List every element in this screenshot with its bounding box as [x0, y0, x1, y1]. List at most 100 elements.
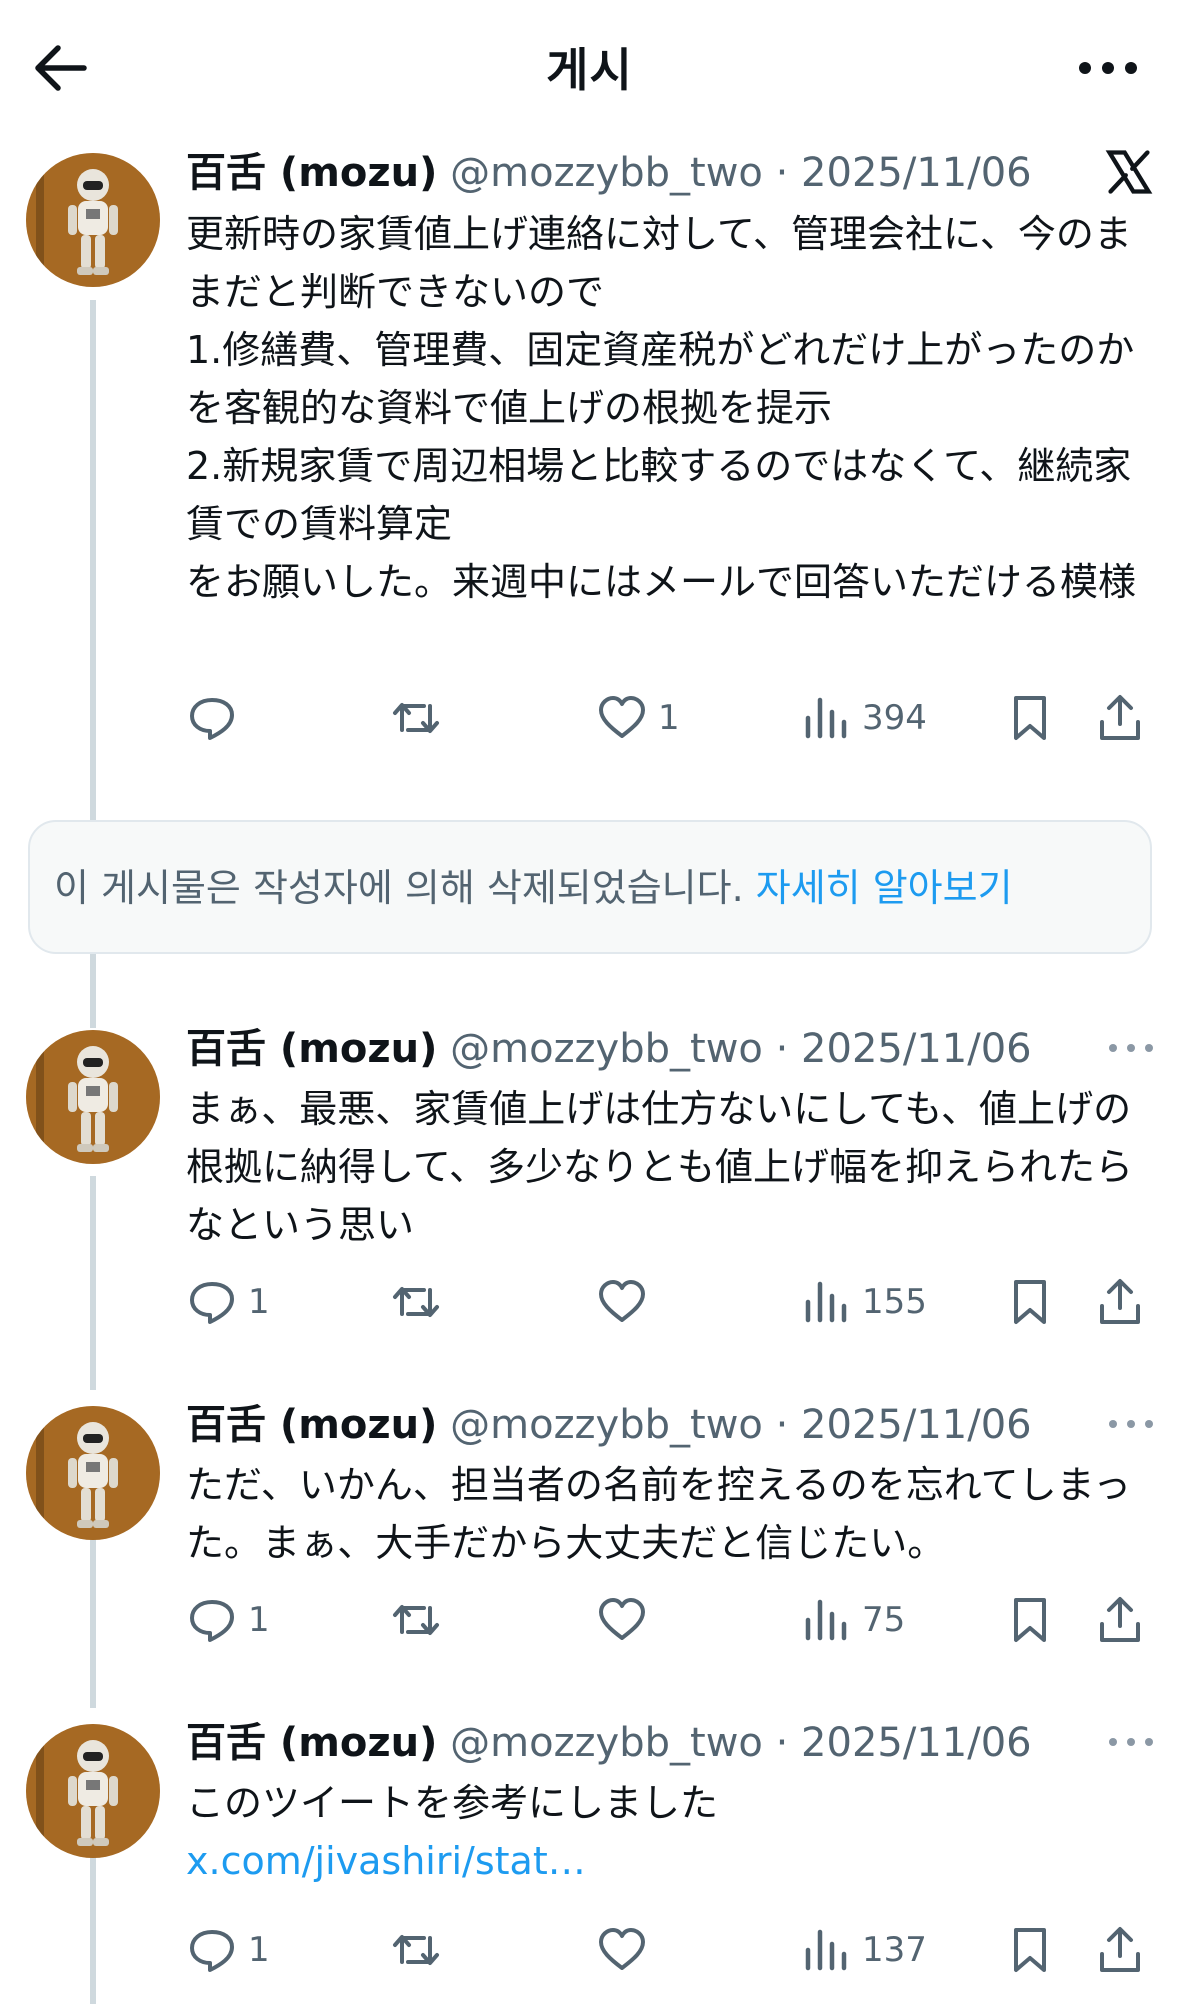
deleted-post-notice: 이 게시물은 작성자에 의해 삭제되었습니다. 자세히 알아보기 [28, 820, 1152, 954]
bookmark-button[interactable] [1004, 688, 1056, 748]
more-options-icon[interactable] [1107, 1040, 1155, 1056]
retweet-button[interactable] [390, 1590, 452, 1650]
thread-line [90, 1856, 96, 2004]
retweet-button[interactable] [390, 688, 452, 748]
author-name[interactable]: 百舌 (mozu) [186, 1026, 437, 1072]
views-button[interactable]: 137 [800, 1920, 927, 1980]
views-button[interactable]: 155 [800, 1272, 927, 1332]
separator: · [762, 1720, 802, 1766]
avatar[interactable] [26, 1030, 160, 1164]
more-options-icon[interactable] [1073, 36, 1143, 100]
like-button[interactable] [596, 1920, 658, 1980]
share-button[interactable] [1094, 1920, 1146, 1980]
view-count: 137 [862, 1930, 927, 1970]
heart-icon [599, 1928, 645, 1970]
separator: · [762, 1402, 802, 1448]
tweet-date[interactable]: 2025/11/06 [801, 150, 1032, 196]
reply-count: 1 [248, 1930, 270, 1970]
author-handle[interactable]: @mozzybb_two [450, 150, 763, 196]
reply-icon [190, 1600, 234, 1642]
reply-count: 1 [248, 1600, 270, 1640]
views-chart-icon [805, 1929, 847, 1971]
like-button[interactable] [596, 1590, 658, 1650]
thread-line [90, 1536, 96, 1708]
like-button[interactable]: 1 [596, 688, 680, 748]
heart-icon [599, 1280, 645, 1322]
views-button[interactable]: 394 [800, 688, 927, 748]
views-button[interactable]: 75 [800, 1590, 905, 1650]
bookmark-icon [1014, 696, 1046, 740]
share-icon [1100, 695, 1140, 740]
learn-more-link[interactable]: 자세히 알아보기 [756, 866, 1013, 910]
more-options-icon[interactable] [1107, 1734, 1155, 1750]
tweet-header: 百舌 (mozu) @mozzybb_two · 2025/11/06 [186, 1398, 1032, 1452]
tweet-actions: 1 155 [186, 1272, 1146, 1332]
tweet-text: ただ、いかん、担当者の名前を控えるのを忘れてしまった。まぁ、大手だから大丈夫だと… [186, 1463, 1132, 1565]
share-button[interactable] [1094, 1272, 1146, 1332]
avatar[interactable] [26, 1724, 160, 1858]
retweet-icon [393, 1605, 439, 1635]
bookmark-button[interactable] [1004, 1920, 1056, 1980]
author-name[interactable]: 百舌 (mozu) [186, 150, 437, 196]
bookmark-icon [1014, 1280, 1046, 1324]
view-count: 155 [862, 1282, 927, 1322]
bookmark-button[interactable] [1004, 1590, 1056, 1650]
share-icon [1100, 1279, 1140, 1324]
like-count: 1 [658, 698, 680, 738]
reply-icon [190, 698, 234, 740]
tweet-date[interactable]: 2025/11/06 [801, 1026, 1032, 1072]
tweet-actions: 1 394 [186, 688, 1146, 748]
retweet-button[interactable] [390, 1920, 452, 1980]
like-button[interactable] [596, 1272, 658, 1332]
avatar[interactable] [26, 153, 160, 287]
views-chart-icon [805, 697, 847, 739]
reply-button[interactable]: 1 [186, 1272, 270, 1332]
robot-avatar-icon [26, 1406, 160, 1540]
views-chart-icon [805, 1599, 847, 1641]
bookmark-icon [1014, 1598, 1046, 1642]
robot-avatar-icon [26, 153, 160, 287]
thread-line [90, 300, 96, 820]
x-logo-icon [1105, 150, 1153, 194]
tweet-date[interactable]: 2025/11/06 [801, 1720, 1032, 1766]
author-handle[interactable]: @mozzybb_two [450, 1402, 763, 1448]
reply-button[interactable]: 1 [186, 1920, 270, 1980]
retweet-icon [393, 1287, 439, 1317]
tweet-date[interactable]: 2025/11/06 [801, 1402, 1032, 1448]
retweet-button[interactable] [390, 1272, 452, 1332]
reply-icon [190, 1930, 234, 1972]
heart-icon [599, 696, 645, 738]
view-count: 394 [862, 698, 927, 738]
heart-icon [599, 1598, 645, 1640]
share-button[interactable] [1094, 1590, 1146, 1650]
tweet-actions: 1 75 [186, 1590, 1146, 1650]
bookmark-button[interactable] [1004, 1272, 1056, 1332]
view-count: 75 [862, 1600, 906, 1640]
author-handle[interactable]: @mozzybb_two [450, 1026, 763, 1072]
tweet-header: 百舌 (mozu) @mozzybb_two · 2025/11/06 [186, 1716, 1032, 1770]
bookmark-icon [1014, 1928, 1046, 1972]
reply-button[interactable] [186, 688, 248, 748]
tweet-text: このツイートを参考にしました [186, 1781, 719, 1825]
deleted-notice-text: 이 게시물은 작성자에 의해 삭제되었습니다. [54, 866, 756, 910]
more-options-icon[interactable] [1107, 1416, 1155, 1432]
top-bar: 게시 [0, 0, 1179, 130]
author-name[interactable]: 百舌 (mozu) [186, 1402, 437, 1448]
tweet-actions: 1 137 [186, 1920, 1146, 1980]
page-title: 게시 [546, 43, 633, 97]
reply-icon [190, 1282, 234, 1324]
thread-line [90, 1176, 96, 1390]
tweet-link[interactable]: x.com/jivashiri/stat… [186, 1832, 1146, 1890]
avatar[interactable] [26, 1406, 160, 1540]
reply-button[interactable]: 1 [186, 1590, 270, 1650]
share-button[interactable] [1094, 688, 1146, 748]
separator: · [762, 150, 802, 196]
retweet-icon [393, 703, 439, 733]
author-handle[interactable]: @mozzybb_two [450, 1720, 763, 1766]
tweet-text: まぁ、最悪、家賃値上げは仕方ないにしても、値上げの根拠に納得して、多少なりとも値… [186, 1087, 1133, 1247]
thread-line [90, 954, 96, 1028]
share-icon [1100, 1597, 1140, 1642]
author-name[interactable]: 百舌 (mozu) [186, 1720, 437, 1766]
share-icon [1100, 1927, 1140, 1972]
robot-avatar-icon [26, 1724, 160, 1858]
